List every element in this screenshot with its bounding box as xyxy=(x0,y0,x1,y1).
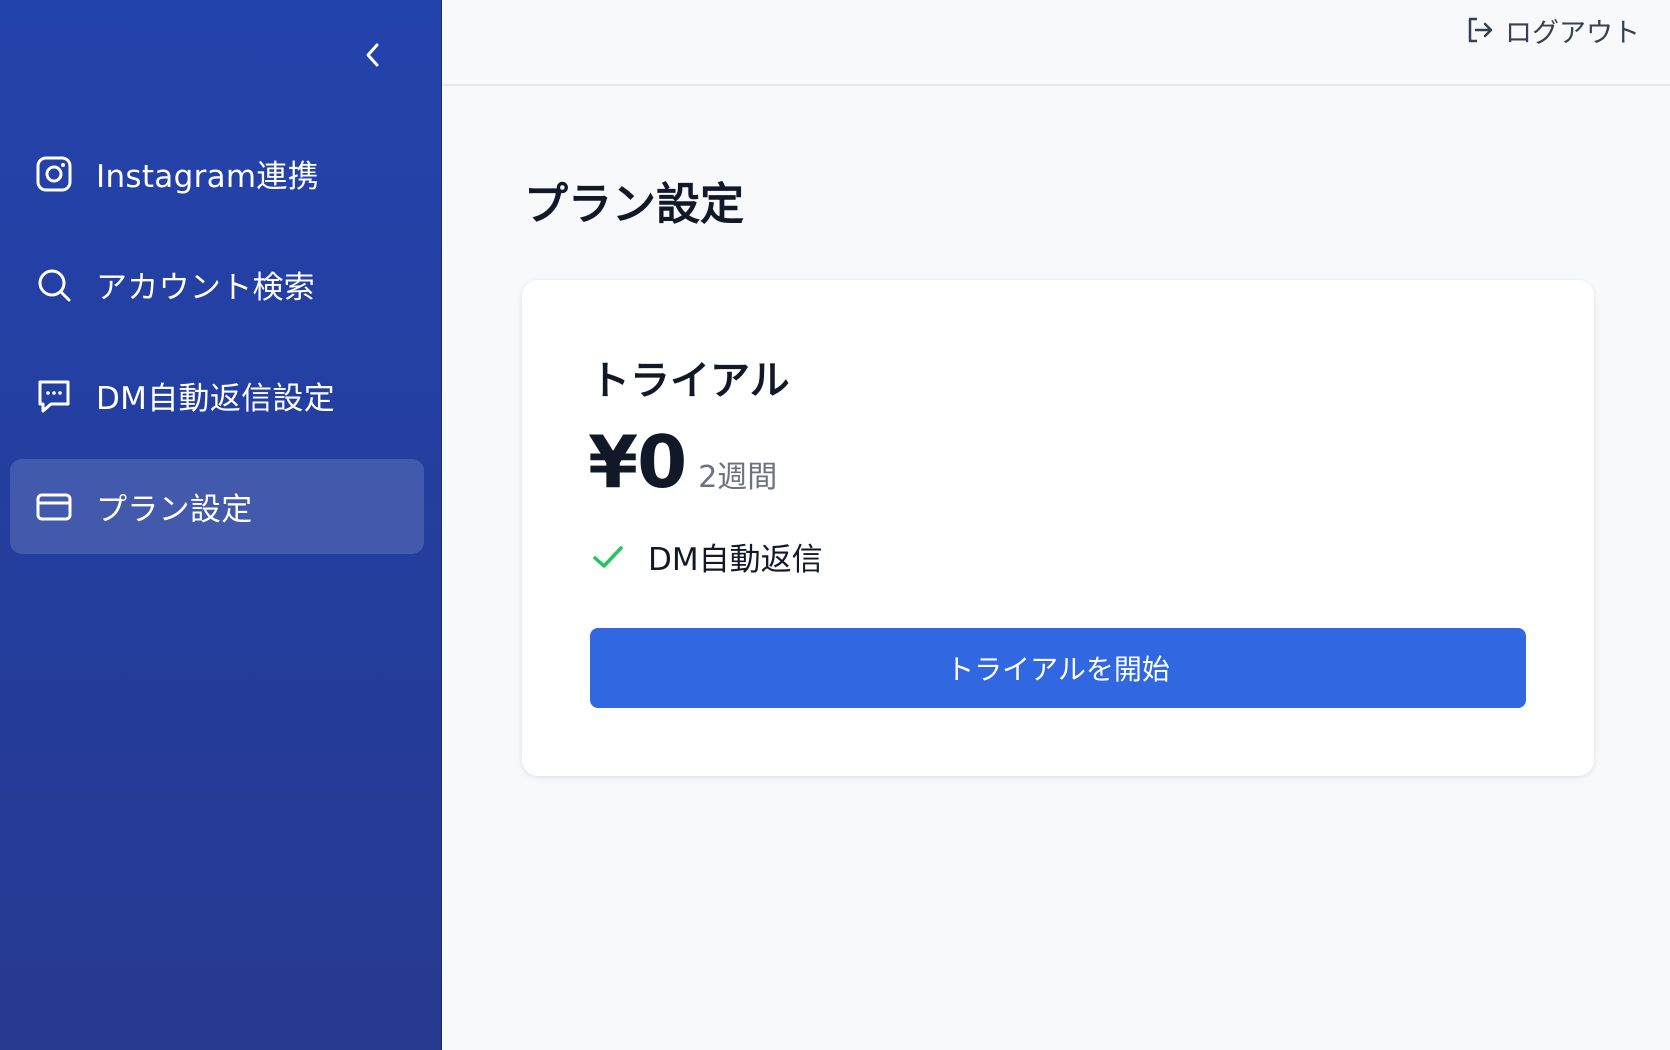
sidebar-item-plan-settings[interactable]: プラン設定 xyxy=(10,459,424,554)
message-icon xyxy=(34,376,74,416)
feature-item: DM自動返信 xyxy=(590,534,823,579)
search-icon xyxy=(34,265,74,305)
sidebar-item-instagram[interactable]: Instagram連携 xyxy=(10,126,424,221)
plan-name: トライアル xyxy=(590,358,790,404)
sidebar-item-label: DM自動返信設定 xyxy=(96,381,336,417)
sidebar-item-label: Instagram連携 xyxy=(96,159,320,195)
logout-button[interactable]: ログアウト xyxy=(1465,12,1640,49)
sidebar-item-dm-auto-reply[interactable]: DM自動返信設定 xyxy=(10,348,424,443)
feature-label: DM自動返信 xyxy=(648,542,823,578)
sidebar: Instagram連携 アカウント検索 DM自動返信設定 プラン設定 xyxy=(0,0,442,1050)
page-title: プラン設定 xyxy=(524,179,744,230)
check-icon xyxy=(590,539,626,575)
credit-card-icon xyxy=(34,487,74,527)
instagram-icon xyxy=(34,154,74,194)
start-trial-button[interactable]: トライアルを開始 xyxy=(590,628,1526,708)
sidebar-item-account-search[interactable]: アカウント検索 xyxy=(10,237,424,332)
topbar: ログアウト xyxy=(442,0,1670,86)
logout-icon xyxy=(1465,15,1495,45)
price-row: ¥0 2週間 xyxy=(588,420,777,504)
plan-card: トライアル ¥0 2週間 DM自動返信 トライアルを開始 xyxy=(522,280,1594,776)
plan-period: 2週間 xyxy=(698,460,778,495)
chevron-left-icon xyxy=(362,40,384,74)
sidebar-collapse-button[interactable] xyxy=(356,40,390,74)
logout-label: ログアウト xyxy=(1505,17,1640,49)
plan-price: ¥0 xyxy=(588,420,687,504)
sidebar-item-label: アカウント検索 xyxy=(96,270,316,306)
sidebar-item-label: プラン設定 xyxy=(96,492,253,528)
